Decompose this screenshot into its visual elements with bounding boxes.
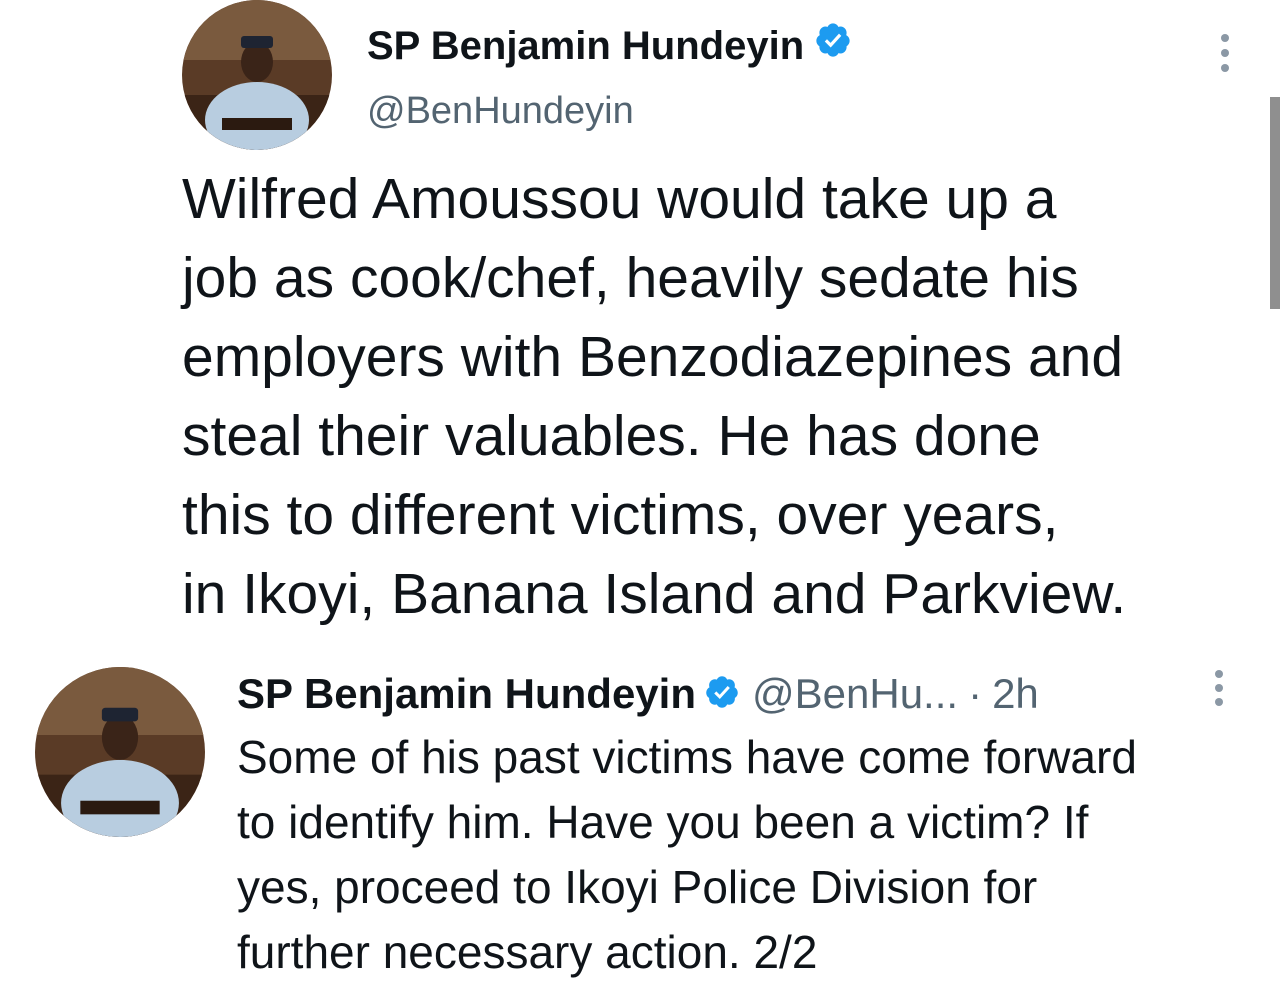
tweet-text-line: further necessary action. 2/2 xyxy=(237,926,818,978)
tweet-text-line: job as cook/chef, heavily sedate his xyxy=(182,246,1079,310)
tweet-timestamp[interactable]: 2h xyxy=(992,670,1039,718)
tweet-text: Wilfred Amoussou would take up a job as … xyxy=(182,160,1242,634)
verified-badge-icon xyxy=(814,21,852,70)
avatar-photo xyxy=(182,0,332,150)
tweet-text-line: Some of his past victims have come forwa… xyxy=(237,731,1137,783)
tweet-text-line: in Ikoyi, Banana Island and Parkview. xyxy=(182,562,1127,626)
reply-tweet-text: Some of his past victims have come forwa… xyxy=(237,725,1237,985)
tweet-text-line: employers with Benzodiazepines and xyxy=(182,325,1124,389)
author-avatar[interactable] xyxy=(182,0,332,150)
reply-author-avatar[interactable] xyxy=(35,667,205,837)
avatar-photo xyxy=(35,667,205,837)
scrollbar[interactable] xyxy=(1270,97,1280,309)
verified-badge-icon xyxy=(704,674,740,715)
author-handle[interactable]: @BenHundeyin xyxy=(367,88,634,134)
tweet-text-line: yes, proceed to Ikoyi Police Division fo… xyxy=(237,861,1038,913)
reply-author-handle[interactable]: @BenHu... xyxy=(752,670,958,718)
reply-author-name[interactable]: SP Benjamin Hundeyin xyxy=(237,670,696,718)
tweet-text-line: steal their valuables. He has done xyxy=(182,404,1041,468)
tweet-text-line: to identify him. Have you been a victim?… xyxy=(237,796,1089,848)
tweet-text-line: Wilfred Amoussou would take up a xyxy=(182,167,1057,231)
more-options-icon[interactable] xyxy=(1220,34,1230,72)
separator-dot: · xyxy=(968,670,983,717)
reply-header: SP Benjamin Hundeyin @BenHu... · 2h xyxy=(237,666,1039,722)
author-name[interactable]: SP Benjamin Hundeyin xyxy=(367,22,852,73)
more-options-icon[interactable] xyxy=(1214,670,1224,706)
tweet-text-line: this to different victims, over years, xyxy=(182,483,1059,547)
